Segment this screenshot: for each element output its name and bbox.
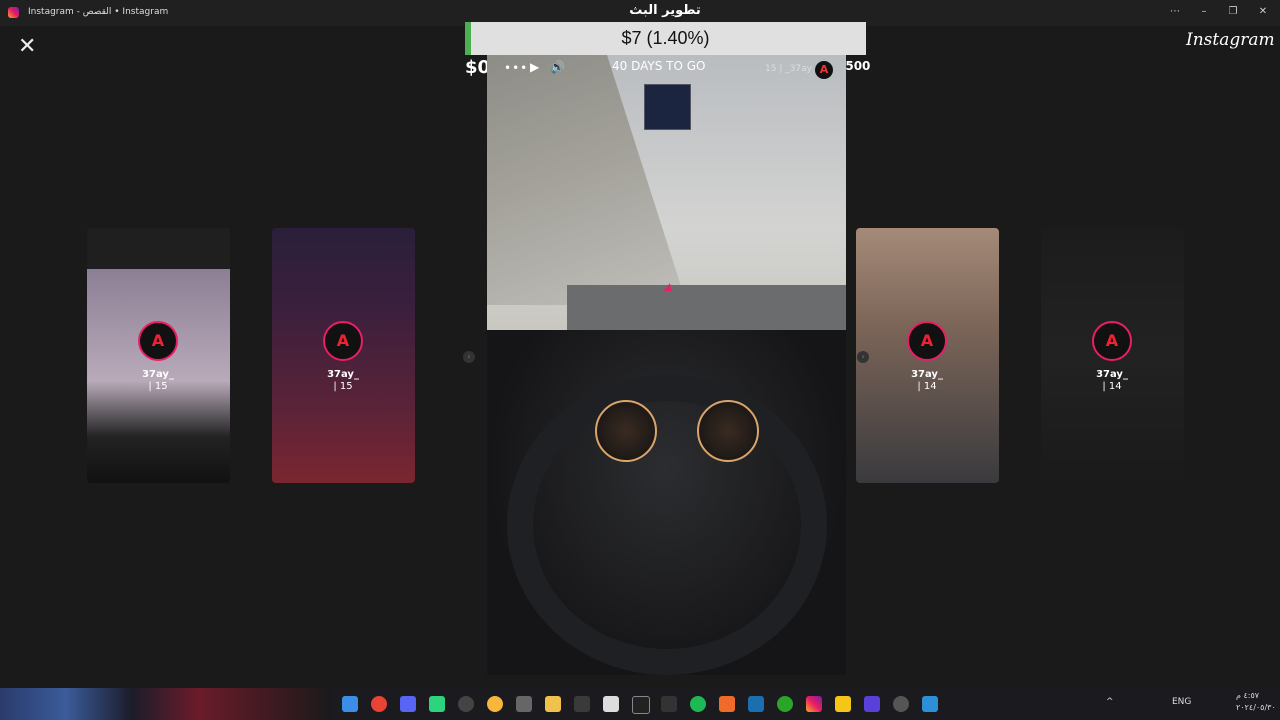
story-avatar[interactable]: A bbox=[815, 61, 833, 79]
app-icon-yellow[interactable] bbox=[487, 696, 503, 712]
card-username-4: 37ay_ bbox=[1096, 369, 1128, 380]
more-icon[interactable]: ⋯ bbox=[1168, 5, 1182, 19]
story-username-time[interactable]: 15 | _37ay bbox=[765, 64, 812, 74]
instagram-logo[interactable]: Instagram bbox=[1186, 30, 1275, 50]
card-avatar-3: A bbox=[907, 321, 947, 361]
speedometer-gauge bbox=[595, 400, 657, 462]
story-sticker-image[interactable] bbox=[644, 84, 691, 130]
app-icon-blue[interactable] bbox=[922, 696, 938, 712]
spotify-icon[interactable] bbox=[690, 696, 706, 712]
more-options-icon[interactable]: ••• bbox=[504, 61, 528, 75]
stream-title: تطوير البث bbox=[629, 3, 701, 18]
volume-icon[interactable]: 🔊 bbox=[550, 60, 565, 74]
restore-button[interactable]: ❐ bbox=[1226, 5, 1240, 19]
card-username-1: 37ay_ bbox=[142, 369, 174, 380]
active-story[interactable] bbox=[487, 55, 846, 675]
app-icon-store[interactable] bbox=[603, 696, 619, 712]
app-icon-cross[interactable] bbox=[661, 696, 677, 712]
card-avatar-2: A bbox=[323, 321, 363, 361]
clock-date[interactable]: ٢٠٢٤/٠٥/٣٠ bbox=[1236, 703, 1276, 712]
instagram-app-icon bbox=[8, 7, 19, 18]
story-card-4[interactable]: A 37ay_ | 14 bbox=[1041, 228, 1184, 483]
instagram-taskbar-icon[interactable] bbox=[806, 696, 822, 712]
previous-story-icon[interactable]: ‹ bbox=[463, 351, 475, 363]
app-icon-orange[interactable] bbox=[719, 696, 735, 712]
epic-games-icon[interactable] bbox=[632, 696, 650, 714]
close-stories-button[interactable]: ✕ bbox=[18, 36, 36, 58]
file-explorer-icon[interactable] bbox=[545, 696, 561, 712]
app-icon-purple[interactable] bbox=[864, 696, 880, 712]
funding-progress-text: $7 (1.40%) bbox=[621, 28, 710, 48]
story-card-3[interactable]: A 37ay_ | 14 bbox=[856, 228, 999, 483]
app-icon-x[interactable] bbox=[574, 696, 590, 712]
start-icon[interactable] bbox=[342, 696, 358, 712]
discord-icon[interactable] bbox=[400, 696, 416, 712]
story-card-1[interactable]: A 37ay_ | 15 bbox=[87, 228, 230, 483]
card-time-4: | 14 bbox=[1102, 381, 1122, 392]
card-avatar-4: A bbox=[1092, 321, 1132, 361]
windows-taskbar: ^ ENG ٤:٥٧ م ٢٠٢٤/٠٥/٣٠ bbox=[0, 688, 1280, 720]
show-hidden-icons-icon[interactable]: ^ bbox=[1106, 697, 1114, 707]
card-time-2: | 15 bbox=[333, 381, 353, 392]
next-story-icon[interactable]: › bbox=[857, 351, 869, 363]
close-window-button[interactable]: ✕ bbox=[1256, 5, 1270, 19]
app-icon-g[interactable] bbox=[458, 696, 474, 712]
card-avatar-1: A bbox=[138, 321, 178, 361]
app-icon-bolt[interactable] bbox=[835, 696, 851, 712]
steam-icon[interactable] bbox=[748, 696, 764, 712]
chrome-icon[interactable] bbox=[371, 696, 387, 712]
card-time-1: | 15 bbox=[148, 381, 168, 392]
play-icon[interactable]: ▶ bbox=[530, 60, 539, 74]
story-image-steering-wheel bbox=[507, 375, 827, 675]
card-username-2: 37ay_ bbox=[327, 369, 359, 380]
app-icon-box[interactable] bbox=[516, 696, 532, 712]
clock-time[interactable]: ٤:٥٧ م bbox=[1236, 691, 1259, 700]
xbox-icon[interactable] bbox=[777, 696, 793, 712]
app-icon-g2[interactable] bbox=[893, 696, 909, 712]
language-indicator[interactable]: ENG bbox=[1172, 697, 1191, 707]
countdown-label: 40 DAYS TO GO bbox=[612, 59, 706, 73]
funding-progress-bar: $7 (1.40%) bbox=[465, 22, 866, 55]
story-header: ••• ▶ 🔊 40 DAYS TO GO 15 | _37ay A bbox=[500, 58, 835, 79]
app-icon-green[interactable] bbox=[429, 696, 445, 712]
card-username-3: 37ay_ bbox=[911, 369, 943, 380]
minimize-button[interactable]: – bbox=[1197, 5, 1211, 19]
taskbar-wallpaper-art bbox=[0, 688, 330, 720]
tachometer-gauge bbox=[697, 400, 759, 462]
window-title: Instagram - القصص • Instagram bbox=[28, 7, 169, 17]
story-card-2[interactable]: A 37ay_ | 15 bbox=[272, 228, 415, 483]
card-time-3: | 14 bbox=[917, 381, 937, 392]
